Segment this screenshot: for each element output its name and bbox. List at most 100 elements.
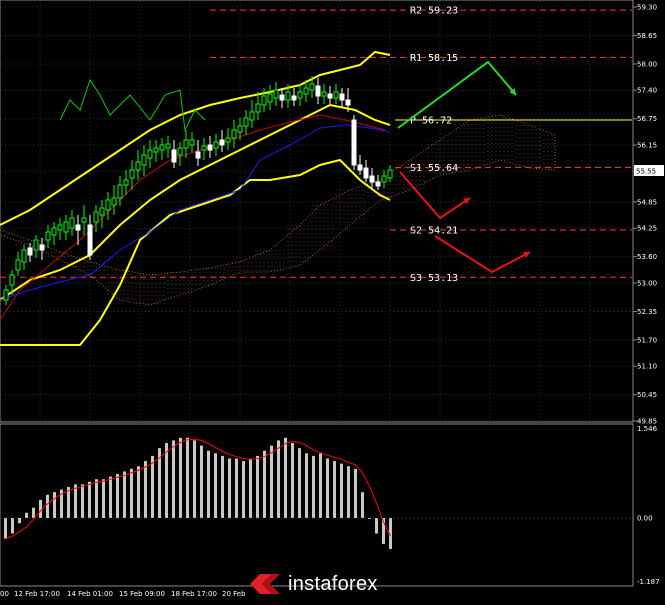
time-tick-label: 12 Feb 17:00	[14, 590, 60, 598]
osc-bar	[340, 463, 343, 518]
candle-body	[273, 89, 279, 99]
osc-bar	[46, 494, 49, 518]
osc-bar	[298, 448, 301, 518]
candle-body	[117, 184, 123, 199]
candle-body	[189, 139, 195, 146]
candle-body	[183, 139, 189, 149]
candle-body	[171, 149, 177, 163]
osc-bar	[130, 468, 133, 518]
osc-bar	[284, 437, 287, 518]
time-tick-label: 14 Feb 01:00	[67, 590, 113, 598]
osc-bar	[235, 458, 238, 518]
candle-body	[285, 91, 291, 101]
price-tick-label: 53.60	[637, 253, 657, 261]
candle-body	[219, 139, 225, 146]
candle-body	[315, 85, 321, 97]
candle-body	[357, 164, 363, 171]
osc-bar	[270, 445, 273, 518]
candle-body	[123, 179, 129, 186]
osc-bar	[200, 445, 203, 518]
candle-body	[303, 87, 309, 95]
price-tick-label: 56.75	[637, 115, 657, 123]
osc-bar	[25, 512, 28, 518]
osc-bar	[375, 518, 378, 534]
price-axis: 59.30 58.65 58.00 57.40 56.75 56.15 55.55 54.85…	[633, 4, 657, 426]
candle-body	[249, 111, 255, 121]
candle-body	[339, 93, 345, 101]
osc-bar	[263, 450, 266, 518]
candle-body	[93, 211, 99, 223]
level-label: R1 58.15	[410, 53, 458, 64]
osc-bar	[137, 466, 140, 518]
candle-body	[57, 224, 63, 231]
osc-bar	[193, 440, 196, 518]
candle-body	[225, 137, 231, 143]
candle-body	[177, 147, 183, 156]
osc-bar	[277, 440, 280, 518]
osc-bar	[32, 507, 35, 518]
instaforex-logo: instaforex	[248, 566, 420, 602]
candle-body	[333, 91, 339, 99]
osc-bar	[221, 455, 224, 518]
candle-body	[135, 161, 141, 171]
candle-body	[27, 247, 33, 256]
candle-body	[141, 154, 147, 166]
candle-body	[297, 91, 303, 99]
osc-bar	[39, 499, 42, 518]
price-tick-label: 58.65	[637, 32, 657, 40]
osc-bar	[214, 453, 217, 518]
candle-body	[309, 83, 315, 91]
osc-bar	[256, 455, 259, 518]
main-pane	[0, 0, 634, 423]
price-tick-label: 56.15	[637, 142, 657, 150]
osc-tick-label: 1.546	[637, 425, 658, 433]
osc-bar	[11, 518, 14, 534]
candle-body	[195, 151, 201, 159]
oscillator-pane	[0, 423, 634, 587]
level-label: S2 54.21	[410, 225, 458, 236]
osc-bar	[228, 458, 231, 518]
osc-bar	[242, 461, 245, 518]
osc-bar	[74, 484, 77, 518]
candle-body	[105, 199, 111, 211]
osc-bar	[116, 474, 119, 518]
candle-body	[45, 231, 51, 241]
osc-bar	[102, 479, 105, 518]
price-tick-label: 52.35	[637, 308, 657, 316]
osc-bar	[361, 492, 364, 518]
candle-body	[99, 207, 105, 216]
price-tick-label: 54.85	[637, 198, 657, 206]
price-tick-label: 51.70	[637, 336, 657, 344]
watermark-text: instaforex	[288, 572, 378, 595]
candle-body	[39, 244, 45, 251]
candle-body	[87, 224, 93, 256]
candle-body	[291, 95, 297, 101]
osc-bar	[109, 476, 112, 518]
candle-body	[111, 197, 117, 206]
price-tick-label: 54.25	[637, 225, 657, 233]
candle-body	[321, 91, 327, 97]
candle-body	[213, 141, 219, 149]
candle-body	[261, 95, 267, 106]
time-tick-label: 00	[0, 590, 9, 598]
level-label: S3 53.13	[410, 273, 458, 284]
osc-bar	[172, 440, 175, 518]
osc-bar	[186, 437, 189, 518]
time-tick-label: 15 Feb 09:00	[119, 590, 165, 598]
candle-body	[201, 145, 207, 151]
candle-body	[363, 167, 369, 179]
osc-bar	[179, 437, 182, 518]
osc-bar	[319, 453, 322, 518]
instaforex-logo-icon	[250, 574, 280, 594]
candle-body	[147, 149, 153, 159]
candle-body	[351, 119, 357, 166]
level-label: P 56.72	[410, 116, 452, 127]
candle-body	[3, 289, 9, 301]
price-tick-label: 57.40	[637, 87, 657, 95]
candle-body	[207, 144, 213, 151]
osc-bar	[312, 455, 315, 518]
osc-bar	[326, 458, 329, 518]
candle-body	[15, 259, 21, 271]
candle-body	[369, 175, 375, 183]
osc-tick-label: -1.187	[637, 578, 660, 586]
